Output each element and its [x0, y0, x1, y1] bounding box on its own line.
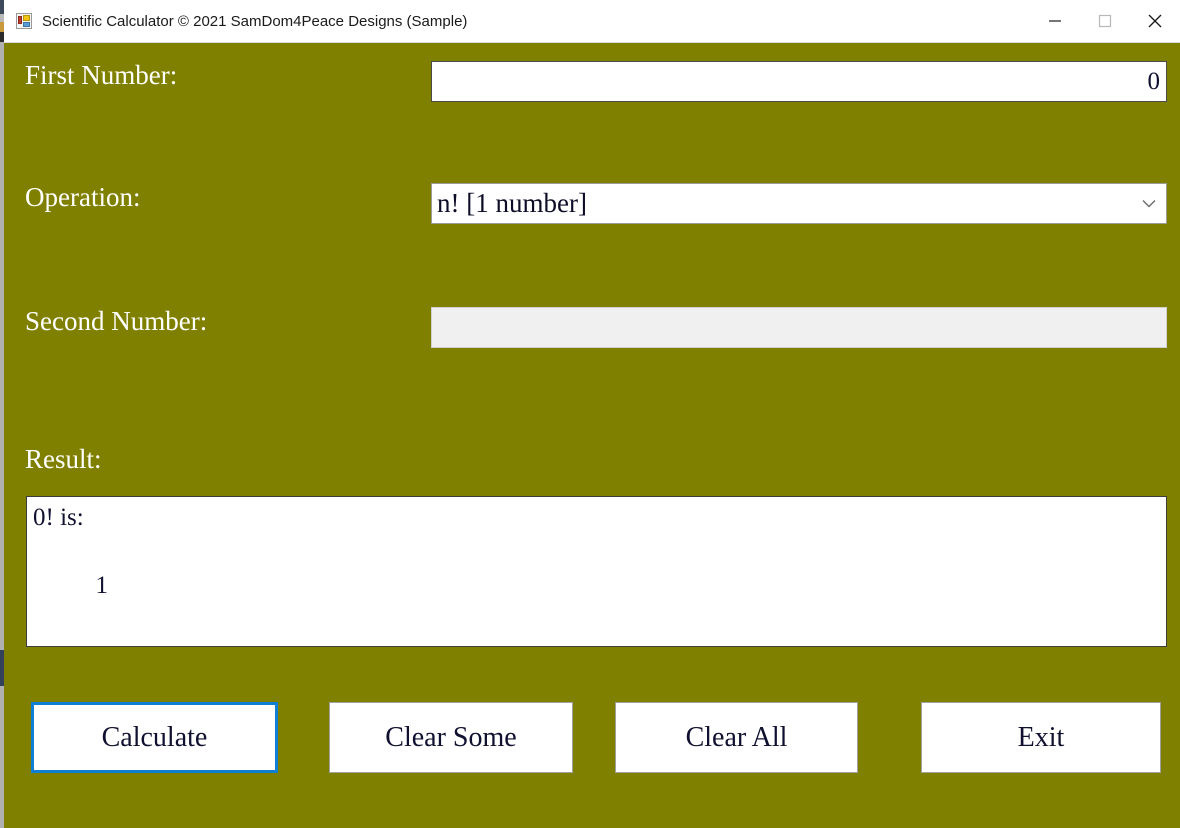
- window-title: Scientific Calculator © 2021 SamDom4Peac…: [42, 12, 468, 30]
- operation-selected-value: n! [1 number]: [437, 188, 587, 218]
- result-label: Result:: [25, 444, 102, 474]
- operation-label: Operation:: [25, 182, 141, 212]
- maximize-icon: [1098, 14, 1112, 28]
- close-button[interactable]: [1130, 0, 1180, 42]
- title-bar: Scientific Calculator © 2021 SamDom4Peac…: [4, 0, 1180, 43]
- calculate-button[interactable]: Calculate: [31, 702, 278, 773]
- first-number-label: First Number:: [25, 60, 178, 90]
- minimize-icon: [1048, 14, 1062, 28]
- minimize-button[interactable]: [1030, 0, 1080, 42]
- result-output-box[interactable]: 0! is: 1: [26, 496, 1167, 647]
- second-number-label: Second Number:: [25, 306, 208, 336]
- winforms-app-icon: [16, 13, 32, 29]
- close-icon: [1147, 13, 1163, 29]
- exit-button[interactable]: Exit: [921, 702, 1161, 773]
- chevron-down-icon[interactable]: [1132, 199, 1166, 208]
- first-number-input[interactable]: [431, 61, 1167, 102]
- clear-all-button[interactable]: Clear All: [615, 702, 858, 773]
- calculator-window: Scientific Calculator © 2021 SamDom4Peac…: [4, 0, 1180, 828]
- maximize-button[interactable]: [1080, 0, 1130, 42]
- operation-dropdown[interactable]: n! [1 number]: [431, 183, 1167, 224]
- second-number-input[interactable]: [431, 307, 1167, 348]
- clear-some-button[interactable]: Clear Some: [329, 702, 573, 773]
- result-text: 0! is: 1: [33, 504, 108, 599]
